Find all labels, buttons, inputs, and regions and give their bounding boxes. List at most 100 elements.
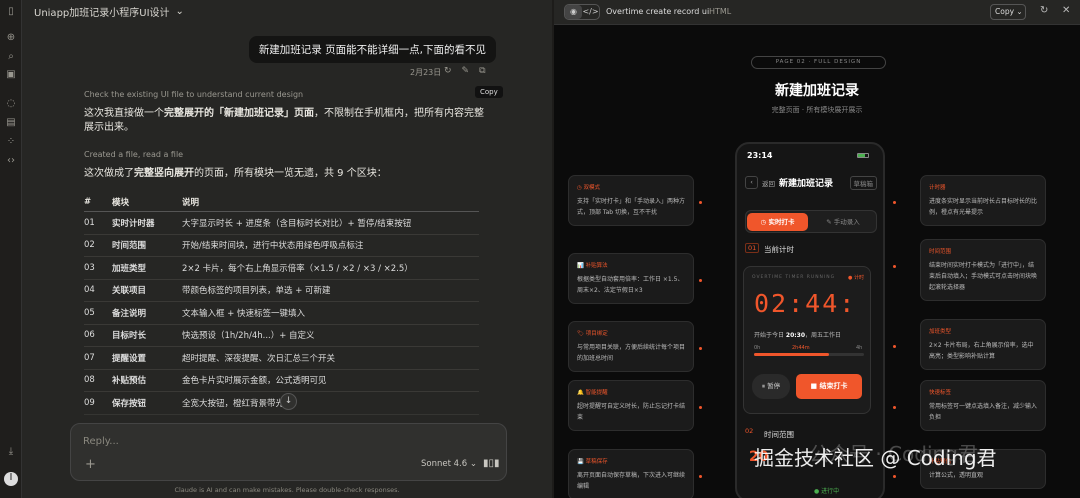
conversation-header[interactable]: Uniapp加班记录小程序UI设计 ⌄ (34, 4, 184, 19)
phone-title: 新建加班记录 (779, 179, 834, 189)
download-icon[interactable]: ⤓ (5, 446, 17, 458)
chats-icon[interactable]: ◌ (5, 98, 17, 110)
code-view-icon[interactable]: </> (582, 5, 599, 19)
tool-step-check[interactable]: Check the existing UI file to understand… (84, 90, 303, 99)
avatar[interactable]: I (4, 472, 18, 486)
copy-button[interactable]: Copy ⌄ (990, 4, 1026, 20)
module-description: 2×2 卡片，每个右上角显示倍率（×1.5 / ×2 / ×3 / ×2.5） (182, 256, 479, 280)
refresh-icon[interactable]: ↻ (1040, 5, 1048, 16)
module-description: 金色卡片实时展示金额，公式透明可见 (182, 369, 479, 392)
section-title-2: 时间范围 (764, 430, 794, 439)
module-number: 05 (84, 301, 112, 325)
annotation-head: 📊 补贴算法 (577, 263, 608, 269)
annotation-head: 🔔 智能提醒 (577, 390, 608, 396)
left-rail: ▯ ⊕ ⌕ ▣ ◌ ▤ ⁘ ‹› ⤓ I (0, 0, 22, 498)
page-pill: PAGE 02 · FULL DESIGN (751, 56, 886, 69)
add-attachment-icon[interactable]: + (85, 457, 96, 472)
annotation-body: 计算公式，透明直观 (929, 472, 984, 479)
model-selector[interactable]: Sonnet 4.6 ⌄ (421, 459, 477, 469)
timer-status: ● 计时 (848, 275, 864, 281)
tab-manual[interactable]: ✎ 手动录入 (810, 213, 876, 231)
annotation-body: 常用标签可一键点选填入备注，减少输入负担 (929, 403, 1038, 421)
apps-icon[interactable]: ⁘ (5, 136, 17, 148)
conversation-title: Uniapp加班记录小程序UI设计 (34, 7, 170, 19)
annotation-card: 📊 补贴算法 根据类型自动套用倍率：工作日 ×1.5、周末×2、法定节假日×3 (568, 253, 694, 304)
annotation-head: 时间范围 (929, 249, 952, 255)
module-name: 提醒设置 (112, 346, 182, 370)
section-title: 当前计时 (764, 245, 794, 254)
new-chat-icon[interactable]: ⊕ (5, 32, 17, 44)
user-message: 新建加班记录 页面能不能详细一点,下面的看不见 (248, 36, 496, 63)
connector-dot (699, 347, 702, 350)
annotation-card: 计时器进度条实时显示当前时长占目标时长的比例，橙点有光晕提示 (920, 175, 1046, 226)
tab-live[interactable]: ◷ 实时打卡 (747, 213, 808, 231)
copy-icon[interactable]: ⧉ (479, 66, 485, 76)
chevron-down-icon: ⌄ (175, 5, 184, 17)
phone-nav: ‹ 返回 新建加班记录 草稿箱 (745, 174, 877, 191)
end-clock-button[interactable]: ■ 结束打卡 (796, 374, 862, 399)
table-row: 03 加班类型 2×2 卡片，每个右上角显示倍率（×1.5 / ×2 / ×3 / … (84, 256, 479, 280)
battery-icon (857, 153, 869, 158)
pause-button[interactable]: ⏸ 暂停 (752, 374, 790, 399)
connector-dot (893, 345, 896, 348)
reply-box[interactable]: Reply... + Sonnet 4.6 ⌄ ▮▯▮ (70, 423, 507, 481)
connector-dot (699, 279, 702, 282)
annotation-body: 离开页面自动保存草稿，下次进入可继续编辑 (577, 472, 686, 490)
table-row: 01 实时计时器 大字显示时长 + 进度条（含目标时长对比）+ 暂停/结束按钮 (84, 211, 479, 235)
message-date: 2月23日 (410, 68, 442, 77)
annotation-head: ◷ 双模式 (577, 185, 601, 191)
archive-icon[interactable]: ▤ (5, 117, 17, 129)
annotation-card: ◷ 双模式 支持「实时打卡」和「手动录入」两种方式，顶部 Tab 切换，互不干扰 (568, 175, 694, 226)
status-time: 23:14 (747, 151, 773, 160)
connector-dot (699, 475, 702, 478)
module-number: 03 (84, 256, 112, 280)
preview-subheading: 完整页面 · 所有模块展开展示 (771, 106, 863, 114)
timer-card: OVERTIME TIMER RUNNING ● 计时 02:44: 开始于今日… (743, 266, 871, 414)
code-icon[interactable]: ‹› (5, 155, 17, 167)
table-header-cell: 模块 (112, 193, 182, 212)
search-icon[interactable]: ⌕ (5, 51, 17, 63)
projects-icon[interactable]: ▣ (5, 69, 17, 81)
module-number: 04 (84, 279, 112, 302)
back-arrow-icon[interactable]: ‹ (745, 176, 758, 189)
annotation-head: 计时器 (929, 185, 946, 191)
annotation-card: 🔔 智能提醒 超时提醒可自定义时长，防止忘记打卡结束 (568, 380, 694, 431)
module-name: 备注说明 (112, 301, 182, 325)
module-description: 超时提醒、深夜提醒、次日汇总三个开关 (182, 346, 479, 370)
module-number: 06 (84, 324, 112, 347)
drafts-button[interactable]: 草稿箱 (849, 175, 877, 190)
timer-label: OVERTIME TIMER RUNNING (752, 275, 836, 280)
annotation-body: 2×2 卡片布局，右上角展示倍率，选中高亮；类型影响补贴计算 (929, 342, 1034, 360)
reply-input[interactable]: Reply... (83, 436, 119, 447)
view-toggle[interactable]: ◉ </> (564, 4, 600, 20)
module-number: 01 (84, 211, 112, 235)
voice-icon[interactable]: ▮▯▮ (483, 458, 500, 469)
module-number: 07 (84, 346, 112, 370)
watermark: 掘金技术社区 @ Coding君 (754, 446, 997, 470)
scroll-down-button[interactable]: ↓ (280, 393, 297, 410)
table-header-row: # 模块 说明 (84, 193, 479, 212)
retry-icon[interactable]: ↻ (444, 66, 452, 76)
module-description: 快选预设（1h/2h/4h...）+ 自定义 (182, 324, 479, 347)
close-icon[interactable]: ✕ (1062, 5, 1070, 16)
disclaimer: Claude is AI and can make mistakes. Plea… (174, 486, 400, 494)
bar-start: 0h (754, 345, 761, 351)
back-label[interactable]: 返回 (762, 178, 775, 188)
annotation-card: 加班类型 2×2 卡片布局，右上角展示倍率，选中高亮；类型影响补贴计算 (920, 319, 1046, 370)
modules-table: # 模块 说明 01 实时计时器 大字显示时长 + 进度条（含目标时长对比）+ 暂停/结… (84, 193, 479, 415)
module-description: 大字显示时长 + 进度条（含目标时长对比）+ 暂停/结束按钮 (182, 211, 479, 235)
tool-step-created[interactable]: Created a file, read a file (84, 150, 183, 159)
edit-icon[interactable]: ✎ (462, 66, 470, 76)
annotation-head: 💾 草稿保存 (577, 459, 608, 465)
timer-start: 开始于今日 20:30，周五工作日 (754, 332, 842, 339)
annotation-body: 进度条实时显示当前时长占目标时长的比例，橙点有光晕提示 (929, 198, 1038, 216)
sidebar-toggle-icon[interactable]: ▯ (5, 6, 17, 18)
table-body: 01 实时计时器 大字显示时长 + 进度条（含目标时长对比）+ 暂停/结束按钮 02 时… (84, 211, 479, 415)
table-row: 08 补贴预估 金色卡片实时展示金额，公式透明可见 (84, 369, 479, 392)
bar-end: 4h (856, 345, 863, 351)
preview-eye-icon[interactable]: ◉ (565, 5, 582, 19)
connector-dot (893, 406, 896, 409)
connector-dot (893, 265, 896, 268)
preview-panel: ◉ </> Overtime create record ui HTML Cop… (554, 0, 1080, 498)
preview-canvas: PAGE 02 · FULL DESIGN 新建加班记录 完整页面 · 所有模块… (554, 25, 1080, 498)
